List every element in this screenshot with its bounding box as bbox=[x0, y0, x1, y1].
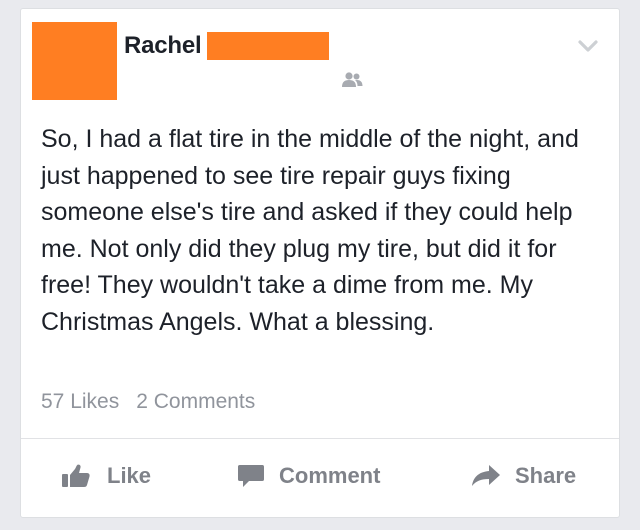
post-card: Rachel So, I had a flat tire in the midd… bbox=[20, 8, 620, 518]
like-label: Like bbox=[107, 463, 152, 488]
post-author: Rachel bbox=[124, 31, 329, 61]
author-surname-redaction bbox=[206, 32, 329, 60]
share-label: Share bbox=[515, 463, 577, 488]
avatar-redacted[interactable] bbox=[32, 22, 117, 100]
comment-button[interactable]: Comment bbox=[237, 463, 380, 489]
comments-count[interactable]: 2 Comments bbox=[136, 390, 255, 414]
author-name[interactable]: Rachel bbox=[124, 32, 202, 60]
comment-label: Comment bbox=[279, 463, 381, 488]
share-arrow-icon bbox=[472, 465, 500, 486]
post-text: So, I had a flat tire in the middle of t… bbox=[41, 125, 579, 336]
action-bar: Like Comment Share bbox=[21, 439, 619, 517]
chevron-down-icon[interactable] bbox=[577, 38, 599, 54]
share-button[interactable]: Share bbox=[471, 463, 576, 489]
post-stats: 57 Likes 2 Comments bbox=[41, 390, 255, 414]
like-button[interactable]: Like bbox=[61, 463, 151, 489]
speech-bubble-icon bbox=[238, 465, 264, 487]
thumbs-up-icon bbox=[62, 464, 90, 487]
likes-count[interactable]: 57 Likes bbox=[41, 390, 119, 414]
friends-icon[interactable] bbox=[341, 71, 363, 87]
